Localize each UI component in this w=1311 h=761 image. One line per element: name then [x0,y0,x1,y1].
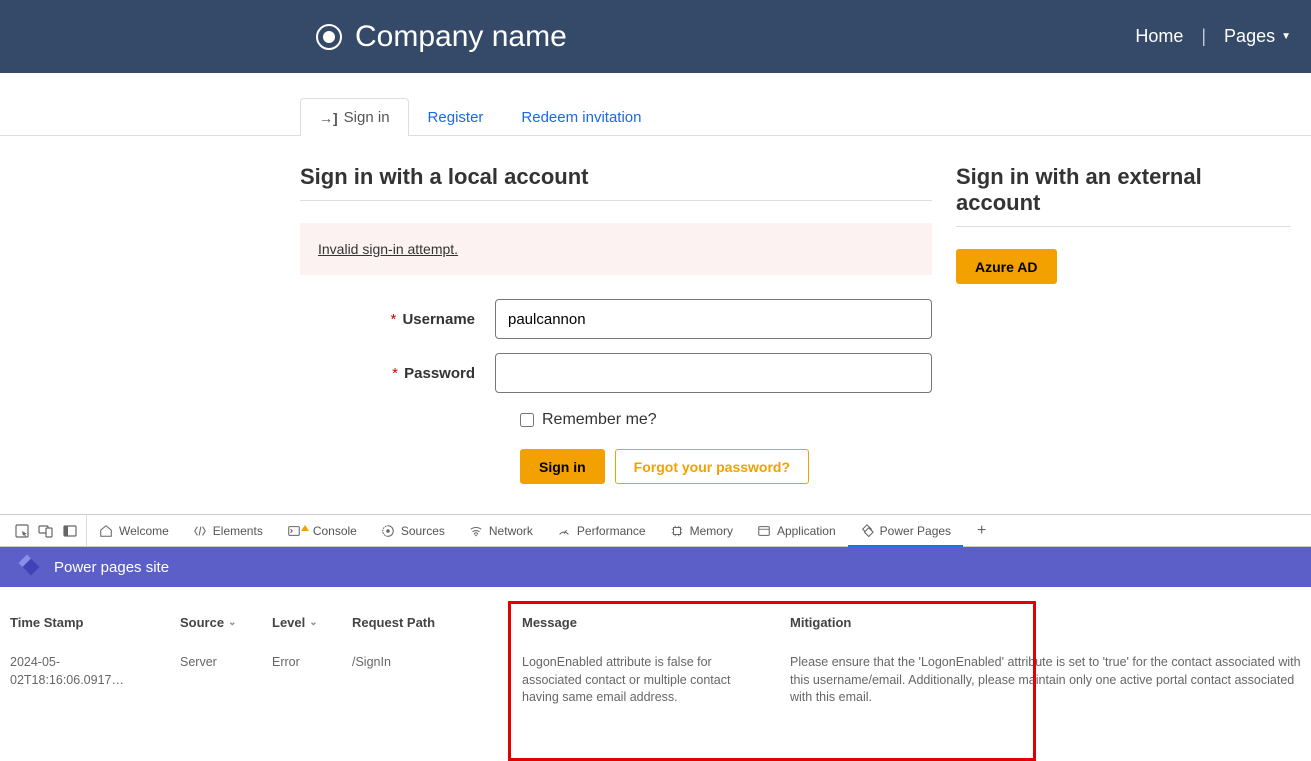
cell-level: Error [262,644,342,727]
devtools-tab-powerpages[interactable]: Power Pages [848,515,963,546]
devtools-tab-elements[interactable]: Elements [181,515,275,546]
top-navbar: Company name Home | Pages ▼ [0,0,1311,73]
nav-home-link[interactable]: Home [1135,26,1183,47]
devtools-tab-application[interactable]: Application [745,515,848,546]
local-signin-title: Sign in with a local account [300,164,932,190]
error-alert: Invalid sign-in attempt. [300,223,932,275]
col-header-path[interactable]: Request Path [342,587,512,644]
tab-signin-label: Sign in [344,109,390,126]
divider [956,226,1291,227]
chevron-down-icon: ⌄ [309,617,317,628]
powerpages-banner: Power pages site [0,547,1311,587]
brand-logo-icon [315,23,343,51]
panel-icon[interactable] [62,523,78,539]
devtools-tab-memory[interactable]: Memory [658,515,745,546]
col-header-level[interactable]: Level⌄ [262,587,342,644]
tab-register[interactable]: Register [409,98,503,136]
devtools-tab-performance[interactable]: Performance [545,515,658,546]
forgot-password-button[interactable]: Forgot your password? [615,449,809,484]
tab-signin[interactable]: →] Sign in [300,98,409,136]
powerpages-banner-title: Power pages site [54,559,169,576]
username-input[interactable] [495,299,932,339]
cell-mitigation: Please ensure that the 'LogonEnabled' at… [780,644,1311,727]
cell-source: Server [170,644,262,727]
col-header-message[interactable]: Message [512,587,780,644]
device-toggle-icon[interactable] [38,523,54,539]
devtools-add-tab-icon[interactable]: + [963,522,1000,540]
nav-pages-label: Pages [1224,26,1275,47]
devtools-tab-welcome[interactable]: Welcome [87,515,181,546]
remember-label: Remember me? [542,411,657,429]
tab-redeem[interactable]: Redeem invitation [502,98,660,136]
azure-ad-button[interactable]: Azure AD [956,249,1057,284]
chevron-down-icon: ⌄ [228,617,236,628]
main-content: Sign in with a local account Invalid sig… [0,136,1311,514]
password-label: * Password [300,365,495,382]
devtools-tab-network[interactable]: Network [457,515,545,546]
table-row[interactable]: 2024-05-02T18:16:06.0917… Server Error /… [0,644,1311,727]
nav-pages-dropdown[interactable]: Pages ▼ [1224,26,1291,47]
signin-arrow-icon: →] [319,110,338,126]
powerpages-logo-icon [16,554,42,580]
signin-button[interactable]: Sign in [520,449,605,484]
col-header-timestamp[interactable]: Time Stamp [0,587,170,644]
col-header-mitigation[interactable]: Mitigation [780,587,1311,644]
password-input[interactable] [495,353,932,393]
auth-tabs-bar: →] Sign in Register Redeem invitation [0,73,1311,136]
error-text: Invalid sign-in attempt. [318,241,458,257]
chevron-down-icon: ▼ [1281,31,1291,42]
nav-separator: | [1201,26,1206,47]
cell-timestamp: 2024-05-02T18:16:06.0917… [0,644,170,727]
external-signin-title: Sign in with an external account [956,164,1291,216]
cell-path: /SignIn [342,644,512,727]
inspect-icon[interactable] [14,523,30,539]
powerpages-log-table-wrap: Time Stamp Source⌄ Level⌄ Request Path M… [0,587,1311,727]
divider [300,200,932,201]
devtools-tab-console[interactable]: Console [275,515,369,546]
cell-message: LogonEnabled attribute is false for asso… [512,644,780,727]
powerpages-log-table: Time Stamp Source⌄ Level⌄ Request Path M… [0,587,1311,727]
devtools-tabbar: Welcome Elements Console Sources Network… [0,514,1311,547]
username-label: * Username [300,311,495,328]
brand-title: Company name [355,20,567,54]
col-header-source[interactable]: Source⌄ [170,587,262,644]
remember-checkbox[interactable] [520,413,534,427]
devtools-tab-sources[interactable]: Sources [369,515,457,546]
